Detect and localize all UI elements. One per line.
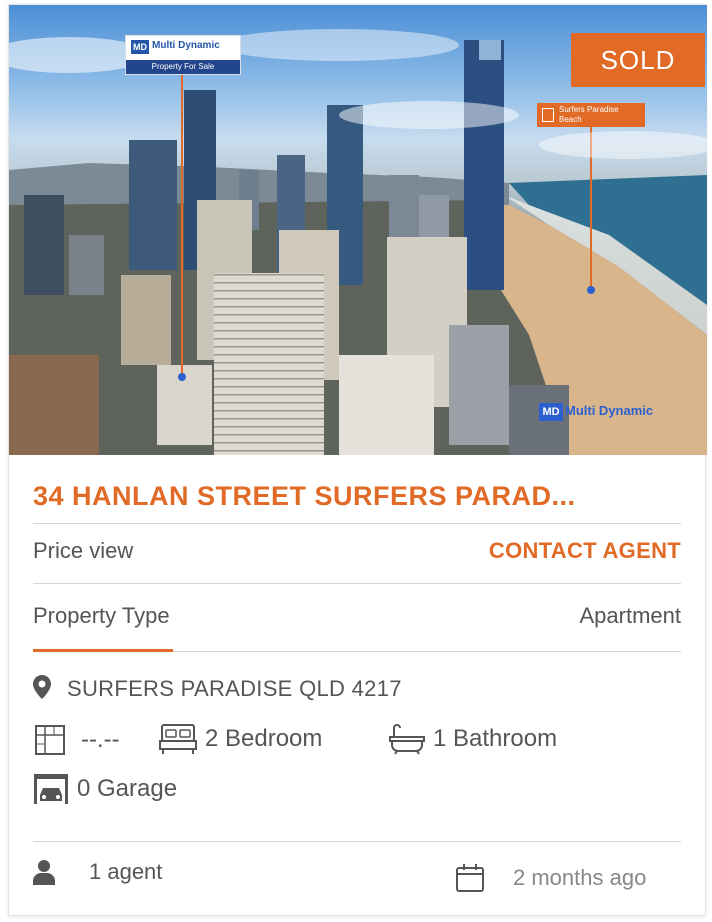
- feature-area: --.--: [33, 723, 120, 757]
- watermark-logo-icon: MD: [539, 403, 563, 421]
- divider: [33, 583, 681, 584]
- property-card[interactable]: MD Multi Dynamic Property For Sale Surfe…: [8, 4, 707, 916]
- watermark-name: Multi Dynamic: [565, 403, 654, 418]
- photo-watermark: MD Multi Dynamic: [539, 403, 653, 421]
- floor-area-icon: [35, 725, 65, 755]
- agent-count[interactable]: 1 agent: [33, 859, 162, 885]
- divider: [33, 841, 681, 842]
- photo-logo-name: Multi Dynamic: [152, 40, 220, 51]
- feature-bedrooms: 2 Bedroom: [159, 723, 322, 755]
- feature-area-text: --.--: [81, 726, 120, 753]
- building-icon: [542, 108, 554, 122]
- sold-badge: SOLD: [571, 33, 705, 87]
- address-text: SURFERS PARADISE QLD 4217: [67, 676, 402, 701]
- divider: [33, 523, 681, 524]
- contact-agent-link[interactable]: CONTACT AGENT: [489, 538, 681, 564]
- feature-garage: 0 Garage: [33, 773, 177, 805]
- price-label: Price view: [33, 538, 134, 563]
- calendar-icon: [456, 864, 484, 892]
- property-type-value: Apartment: [579, 603, 682, 628]
- section-accent-bar: [33, 649, 173, 652]
- feature-bathrooms: 1 Bathroom: [389, 723, 557, 755]
- listed-date: 2 months ago: [455, 863, 646, 893]
- location-pin-icon: [33, 675, 57, 705]
- multi-dynamic-logo-icon: MD: [131, 40, 149, 54]
- listing-title[interactable]: 34 HANLAN STREET SURFERS PARAD...: [33, 481, 683, 512]
- garage-icon: [34, 774, 68, 804]
- photo-beach-tag-label: Surfers Paradise Beach: [559, 105, 619, 124]
- bathtub-icon: [389, 724, 425, 755]
- price-row: Price view CONTACT AGENT: [33, 538, 681, 564]
- feature-bedrooms-text: 2 Bedroom: [205, 725, 323, 752]
- property-type-label: Property Type: [33, 603, 170, 628]
- photo-logo-badge: MD Multi Dynamic Property For Sale: [125, 35, 241, 75]
- agent-count-text: 1 agent: [89, 859, 163, 884]
- photo-beach-tag: Surfers Paradise Beach: [537, 103, 645, 127]
- bed-icon: [159, 724, 197, 754]
- photo-logo-tagline: Property For Sale: [126, 60, 240, 74]
- property-type-row: Property Type Apartment: [33, 603, 681, 629]
- listed-date-text: 2 months ago: [513, 865, 647, 890]
- address: SURFERS PARADISE QLD 4217: [33, 675, 402, 705]
- feature-bathrooms-text: 1 Bathroom: [433, 725, 558, 752]
- feature-garage-text: 0 Garage: [77, 775, 178, 802]
- user-icon: [33, 860, 55, 885]
